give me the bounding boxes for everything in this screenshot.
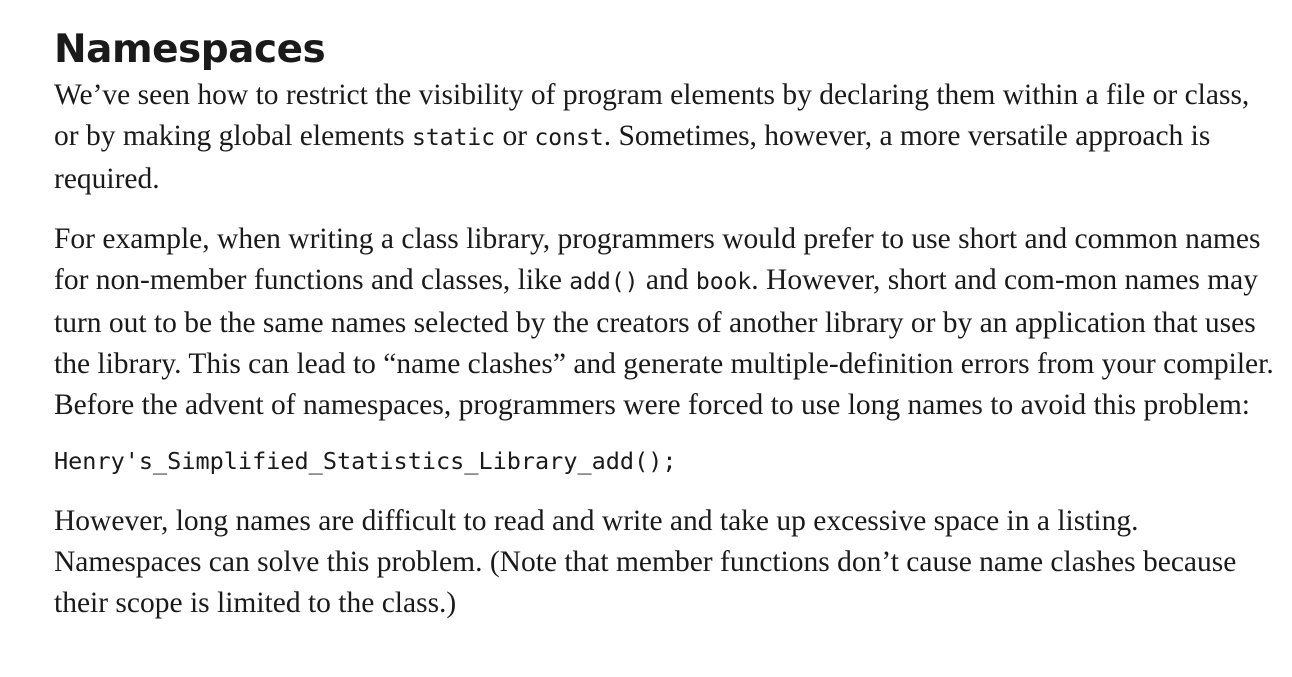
inline-code-const: const [534, 125, 604, 152]
inline-code-add: add() [569, 268, 639, 295]
code-example: Henry's_Simplified_Statistics_Library_ad… [54, 446, 677, 475]
inline-code-book: book [695, 268, 752, 295]
section-heading: Namespaces [54, 27, 326, 72]
paragraph-intro-text-2: or [495, 120, 535, 153]
document-page: Namespaces We’ve seen how to restrict th… [54, 22, 1279, 624]
paragraph-example: For example, when writing a class librar… [54, 219, 1279, 427]
paragraph-intro: We’ve seen how to restrict the visibilit… [54, 75, 1279, 201]
paragraph-conclusion: However, long names are difficult to rea… [54, 504, 1237, 620]
inline-code-static: static [412, 125, 496, 152]
paragraph-example-text-2: and [638, 263, 696, 296]
